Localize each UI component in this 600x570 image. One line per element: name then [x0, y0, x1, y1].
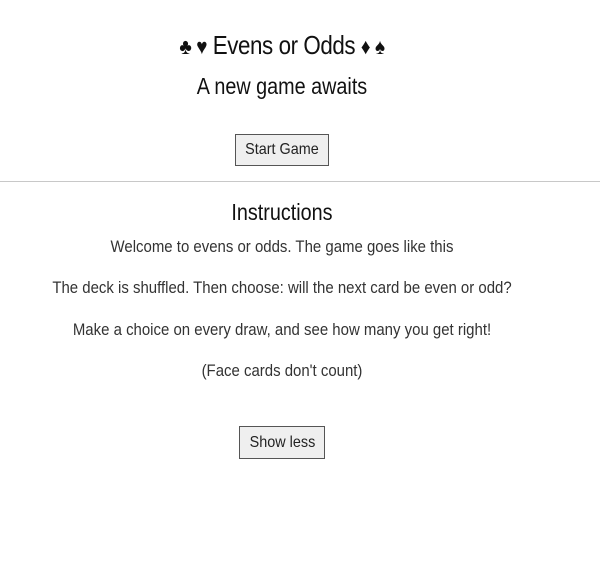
page-title: ♣ ♥ Evens or Odds ♦ ♠	[39, 28, 524, 64]
suits-left-icons: ♣ ♥	[179, 34, 208, 59]
title-text: Evens or Odds	[212, 30, 356, 60]
section-divider	[0, 181, 600, 182]
instructions-heading: Instructions	[231, 199, 333, 225]
page: ♣ ♥ Evens or Odds ♦ ♠ A new game awaits …	[0, 0, 600, 570]
instruction-line: Make a choice on every draw, and see how…	[72, 320, 492, 339]
show-less-button[interactable]: Show less	[239, 426, 325, 459]
start-game-label: Start Game	[245, 141, 319, 158]
page-subtitle: A new game awaits	[196, 73, 368, 99]
suits-right-icons: ♦ ♠	[360, 34, 385, 59]
start-game-button[interactable]: Start Game	[235, 134, 329, 166]
instruction-line: Welcome to evens or odds. The game goes …	[110, 237, 454, 256]
instruction-line: (Face cards don't count)	[201, 361, 363, 380]
show-less-label: Show less	[249, 434, 315, 451]
instruction-line: The deck is shuffled. Then choose: will …	[52, 278, 512, 297]
